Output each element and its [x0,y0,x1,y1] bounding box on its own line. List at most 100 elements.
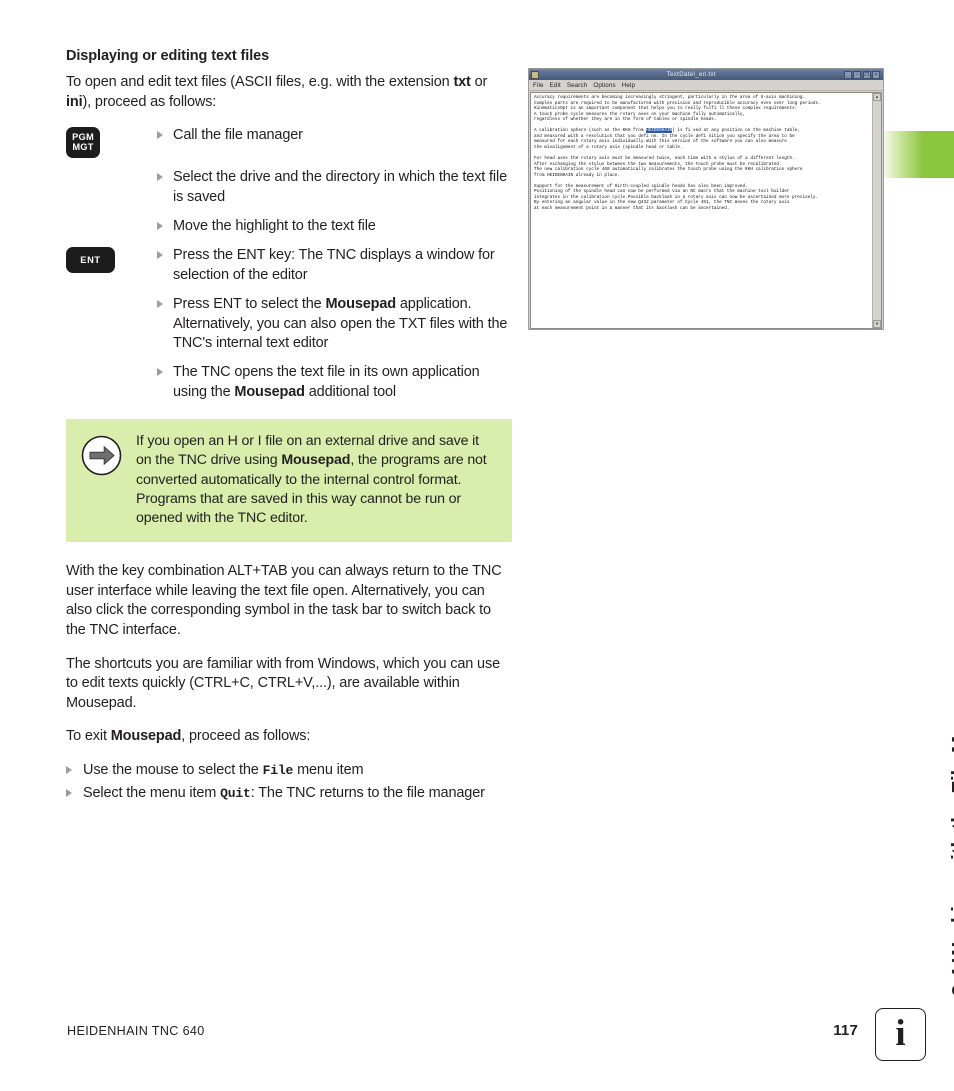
menu-item-edit[interactable]: Edit [550,82,561,89]
minimize-button[interactable]: _ [843,70,852,79]
step-bullet: Press the ENT key: The TNC displays a wi… [157,246,512,285]
exit-step-post: : The TNC returns to the file manager [250,784,485,801]
step-text-bold: Mousepad [234,383,305,400]
exit-intro-bold: Mousepad [110,728,182,745]
step-text: Call the file manager [173,127,303,144]
page-title: Displaying or editing text files [66,48,270,64]
step-row: The TNC opens the text file in its own a… [66,363,512,402]
intro-paragraph: To open and edit text files (ASCII files… [66,73,512,112]
procedure-steps: PGM MGT Call the file manager Select the… [66,126,512,402]
pgm-mgt-key[interactable]: PGM MGT [66,127,100,159]
key-column [66,295,157,296]
text-block-2-pre: A calibration sphere (such as the KKH fr… [534,128,647,134]
running-head-accent-band [880,131,954,178]
intro-text-3: ), proceed as follows: [82,93,217,110]
triangle-bullet-icon [157,221,170,230]
exit-intro: To exit Mousepad, proceed as follows: [66,727,512,747]
menu-item-file[interactable]: File [533,82,544,89]
step-row: ENT Press the ENT key: The TNC displays … [66,246,512,285]
note-box: If you open an H or I file on an externa… [66,419,512,543]
mousepad-window-screenshot: TextDatei_en.txt _ ▫ ❐ × File Edit Searc… [528,68,884,330]
step-bullet: Press ENT to select the Mousepad applica… [157,295,512,353]
running-head-title: 3.4 Working with the File Manager [948,669,954,996]
ent-key[interactable]: ENT [66,247,115,274]
step-text: Move the highlight to the text file [173,218,376,234]
intro-bold-txt: txt [453,74,471,90]
restore-button[interactable]: ❐ [862,70,871,79]
step-bullet: The TNC opens the text file in its own a… [157,363,512,402]
triangle-bullet-icon [157,367,170,376]
exit-intro-post: , proceed as follows: [181,728,311,745]
step-row: Press ENT to select the Mousepad applica… [66,295,512,353]
list-item: Use the mouse to select the File menu it… [66,761,512,781]
exit-step-pre: Use the mouse to select the [83,762,263,779]
document-icon [531,70,539,79]
triangle-bullet-icon [66,788,79,797]
exit-step-mono: Quit [220,785,251,801]
step-bullet: Select the drive and the directory in wh… [157,168,512,207]
pgm-mgt-key-line2: MGT [72,141,94,152]
exit-intro-pre: To exit [66,728,111,745]
step-text: Press ENT to select the Mousepad applica… [170,295,512,353]
key-column [66,217,157,218]
step-text-pre: Press ENT to select the [173,296,326,313]
text-block-4: Support for the measurement of Hirth-cou… [534,183,819,211]
paragraph-alt-tab: With the key combination ALT+TAB you can… [66,563,502,639]
step-text: Press the ENT key: The TNC displays a wi… [173,247,495,283]
intro-text-2: or [470,74,488,90]
maximize-button[interactable]: ▫ [853,70,861,79]
info-badge-icon: i [875,1008,926,1061]
menu-item-search[interactable]: Search [567,82,588,89]
exit-steps-list: Use the mouse to select the File menu it… [66,761,512,803]
triangle-bullet-icon [157,299,170,308]
note-text-bold: Mousepad [281,452,351,469]
scroll-up-arrow-icon[interactable]: ▲ [873,93,881,101]
window-title: TextDatei_en.txt [666,71,716,78]
window-body: Accuracy requirements are becoming incre… [530,92,882,329]
step-bullet: Call the file manager [157,126,512,145]
triangle-bullet-icon [157,172,170,181]
footer-product-name: HEIDENHAIN TNC 640 [67,1024,205,1038]
key-column [66,363,157,364]
menu-item-options[interactable]: Options [593,82,615,89]
text-block-1: Accuracy requirements are becoming incre… [534,95,821,123]
list-item-text: Use the mouse to select the File menu it… [79,761,364,781]
arrow-right-circle-icon [81,435,121,476]
window-titlebar: TextDatei_en.txt _ ▫ ❐ × [529,69,883,80]
step-row: PGM MGT Call the file manager [66,126,512,159]
step-text: Select the drive and the directory in wh… [173,169,507,205]
manual-page: 3.4 Working with the File Manager Displa… [0,0,954,1091]
scroll-down-arrow-icon[interactable]: ▼ [873,320,881,328]
text-editor-area[interactable]: Accuracy requirements are becoming incre… [531,93,872,328]
exit-step-pre: Select the menu item [83,784,221,801]
step-text-post: additional tool [304,383,397,400]
vertical-scrollbar[interactable]: ▲ ▼ [872,93,881,328]
note-icon-column [66,432,136,528]
triangle-bullet-icon [157,250,170,259]
paragraph-shortcuts: The shortcuts you are familiar with from… [66,655,500,711]
content-column: Displaying or editing text files To open… [66,48,512,806]
selected-text-heidenhain: HEIDENHAIN [646,128,673,134]
list-item: Select the menu item Quit: The TNC retur… [66,784,512,804]
intro-bold-ini: ini [66,93,83,110]
close-button[interactable]: × [872,70,880,79]
text-block-3: For head axes the rotary axis must be me… [534,156,803,178]
exit-step-post: menu item [293,762,364,779]
step-bullet: Move the highlight to the text file [157,217,512,236]
triangle-bullet-icon [66,766,79,775]
key-column [66,168,157,169]
menu-item-help[interactable]: Help [622,82,635,89]
key-column: ENT [66,246,157,274]
window-menubar: File Edit Search Options Help [529,80,883,91]
key-column: PGM MGT [66,126,157,159]
exit-step-mono: File [262,763,294,779]
page-number: 117 [833,1022,858,1039]
step-row: Move the highlight to the text file [66,217,512,236]
running-head-rail: 3.4 Working with the File Manager [880,0,954,1091]
note-text: If you open an H or I file on an externa… [136,432,500,528]
triangle-bullet-icon [157,130,170,139]
step-text-bold: Mousepad [325,296,396,313]
step-text: The TNC opens the text file in its own a… [170,363,512,402]
list-item-text: Select the menu item Quit: The TNC retur… [79,784,485,804]
window-controls: _ ▫ ❐ × [843,70,882,79]
